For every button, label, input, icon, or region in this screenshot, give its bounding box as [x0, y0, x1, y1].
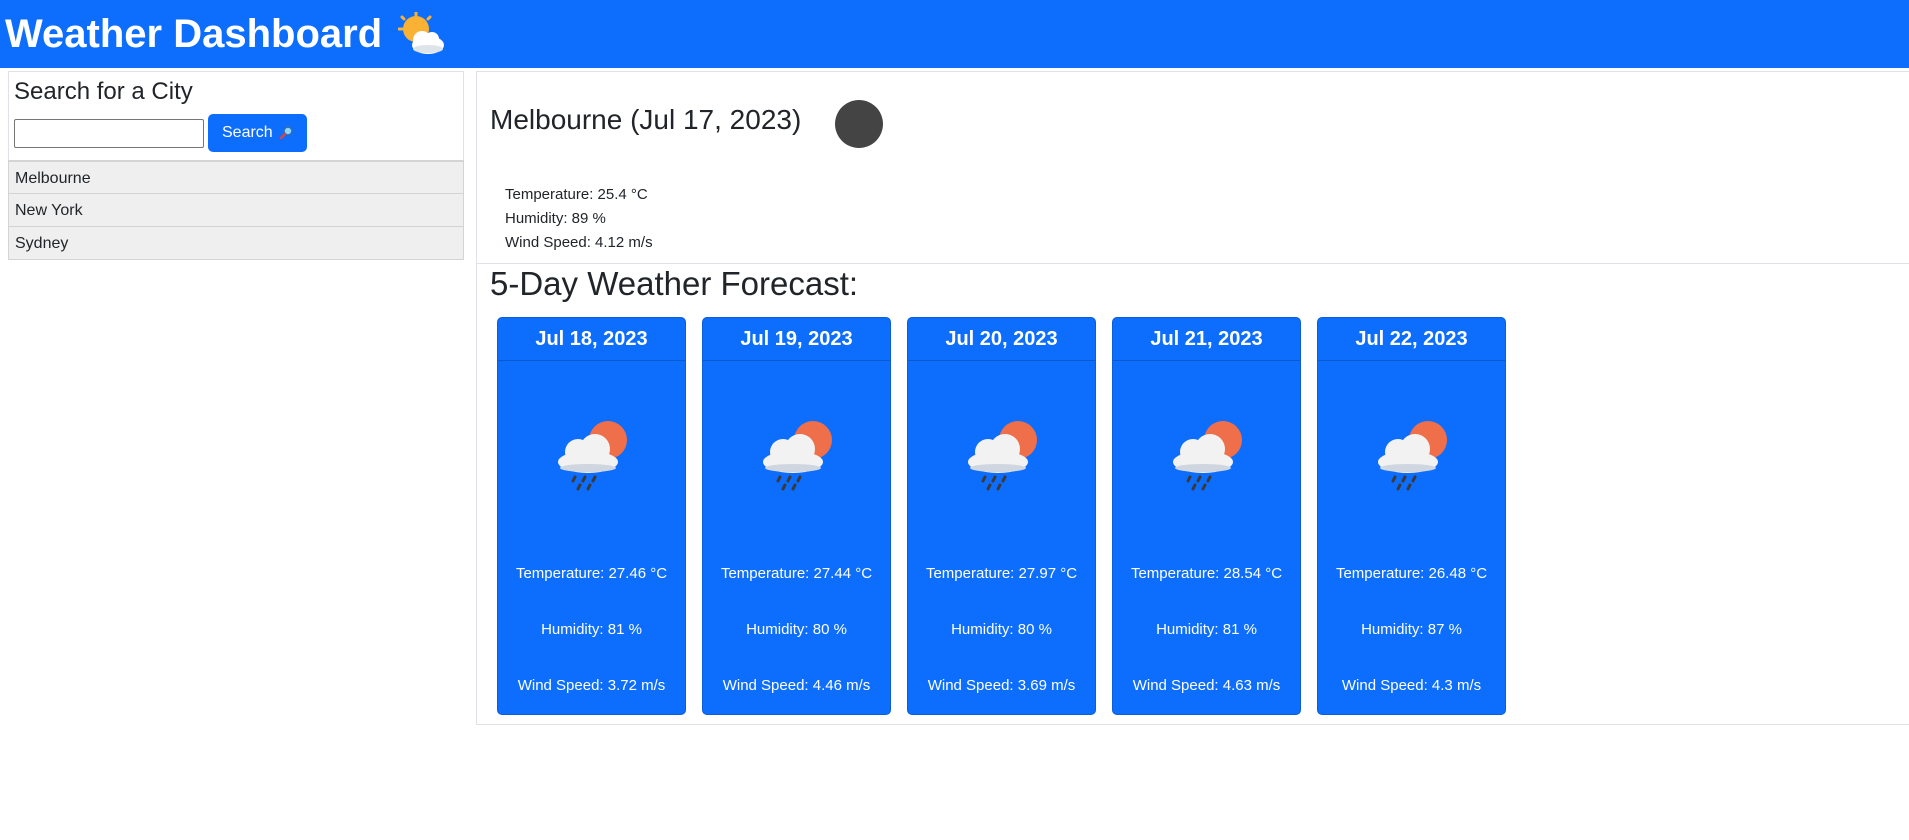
current-wind-speed: Wind Speed: 4.12 m/s — [505, 234, 653, 251]
search-row: Search — [14, 114, 458, 152]
search-button[interactable]: Search — [208, 114, 307, 152]
forecast-humidity: Humidity: 87 % — [1361, 621, 1462, 638]
rain-cloud-sun-icon — [763, 421, 832, 491]
city-search-input[interactable] — [14, 118, 204, 148]
forecast-temperature: Temperature: 27.46 °C — [515, 565, 668, 582]
forecast-wind-speed: Wind Speed: 4.63 m/s — [1132, 677, 1281, 694]
forecast-card: Jul 22, 2023 Temperature: 26.48 °C Humid… — [1317, 317, 1506, 715]
forecast-date: Jul 21, 2023 — [1113, 318, 1300, 361]
forecast-temperature: Temperature: 27.44 °C — [720, 565, 873, 582]
search-button-label: Search — [222, 124, 273, 141]
forecast-humidity: Humidity: 80 % — [951, 621, 1052, 638]
forecast-date: Jul 18, 2023 — [498, 318, 685, 361]
forecast-date: Jul 22, 2023 — [1318, 318, 1505, 361]
forecast-card: Jul 19, 2023 Temperature: 27.44 °C Humid… — [702, 317, 891, 715]
rain-cloud-sun-icon — [558, 421, 627, 491]
current-humidity: Humidity: 89 % — [505, 210, 606, 227]
history-item-melbourne[interactable]: Melbourne — [8, 160, 464, 194]
app-header: Weather Dashboard — [0, 0, 1909, 68]
history-item-new-york[interactable]: New York — [8, 193, 464, 227]
forecast-humidity: Humidity: 80 % — [746, 621, 847, 638]
search-panel: Search for a City Search — [8, 71, 464, 160]
app-title: Weather Dashboard — [5, 12, 383, 56]
search-title: Search for a City — [14, 78, 193, 105]
history-item-sydney[interactable]: Sydney — [8, 226, 464, 260]
forecast-wind-speed: Wind Speed: 3.69 m/s — [927, 677, 1076, 694]
rain-cloud-sun-icon — [1378, 421, 1447, 491]
current-weather: Melbourne (Jul 17, 2023) Temperature: 25… — [477, 72, 1909, 264]
sidebar: Search for a City Search Melbourne New Y… — [8, 71, 464, 263]
forecast-humidity: Humidity: 81 % — [541, 621, 642, 638]
search-history-list: Melbourne New York Sydney — [8, 160, 464, 260]
rain-cloud-sun-icon — [1173, 421, 1242, 491]
forecast-card: Jul 20, 2023 Temperature: 27.97 °C Humid… — [907, 317, 1096, 715]
forecast-humidity: Humidity: 81 % — [1156, 621, 1257, 638]
forecast-title: 5-Day Weather Forecast: — [490, 265, 859, 302]
forecast-wind-speed: Wind Speed: 4.46 m/s — [722, 677, 871, 694]
rain-cloud-sun-icon — [968, 421, 1037, 491]
forecast-wind-speed: Wind Speed: 3.72 m/s — [517, 677, 666, 694]
magnifier-icon — [279, 126, 293, 140]
current-city-title: Melbourne (Jul 17, 2023) — [490, 104, 802, 135]
forecast-date: Jul 20, 2023 — [908, 318, 1095, 361]
weather-icon — [835, 100, 883, 148]
forecast-card: Jul 21, 2023 Temperature: 28.54 °C Humid… — [1112, 317, 1301, 715]
forecast-cards: Jul 18, 2023 Temperature: 27.46 °C Humid… — [497, 317, 1506, 715]
forecast-temperature: Temperature: 26.48 °C — [1335, 565, 1488, 582]
forecast-temperature: Temperature: 28.54 °C — [1130, 565, 1283, 582]
sun-behind-cloud-icon — [398, 12, 445, 54]
forecast-date: Jul 19, 2023 — [703, 318, 890, 361]
current-temperature: Temperature: 25.4 °C — [505, 186, 648, 203]
forecast-wind-speed: Wind Speed: 4.3 m/s — [1341, 677, 1482, 694]
forecast-temperature: Temperature: 27.97 °C — [925, 565, 1078, 582]
weather-panel: Melbourne (Jul 17, 2023) Temperature: 25… — [476, 71, 1909, 725]
forecast-card: Jul 18, 2023 Temperature: 27.46 °C Humid… — [497, 317, 686, 715]
current-stats: Temperature: 25.4 °C Humidity: 89 % Wind… — [505, 183, 653, 255]
